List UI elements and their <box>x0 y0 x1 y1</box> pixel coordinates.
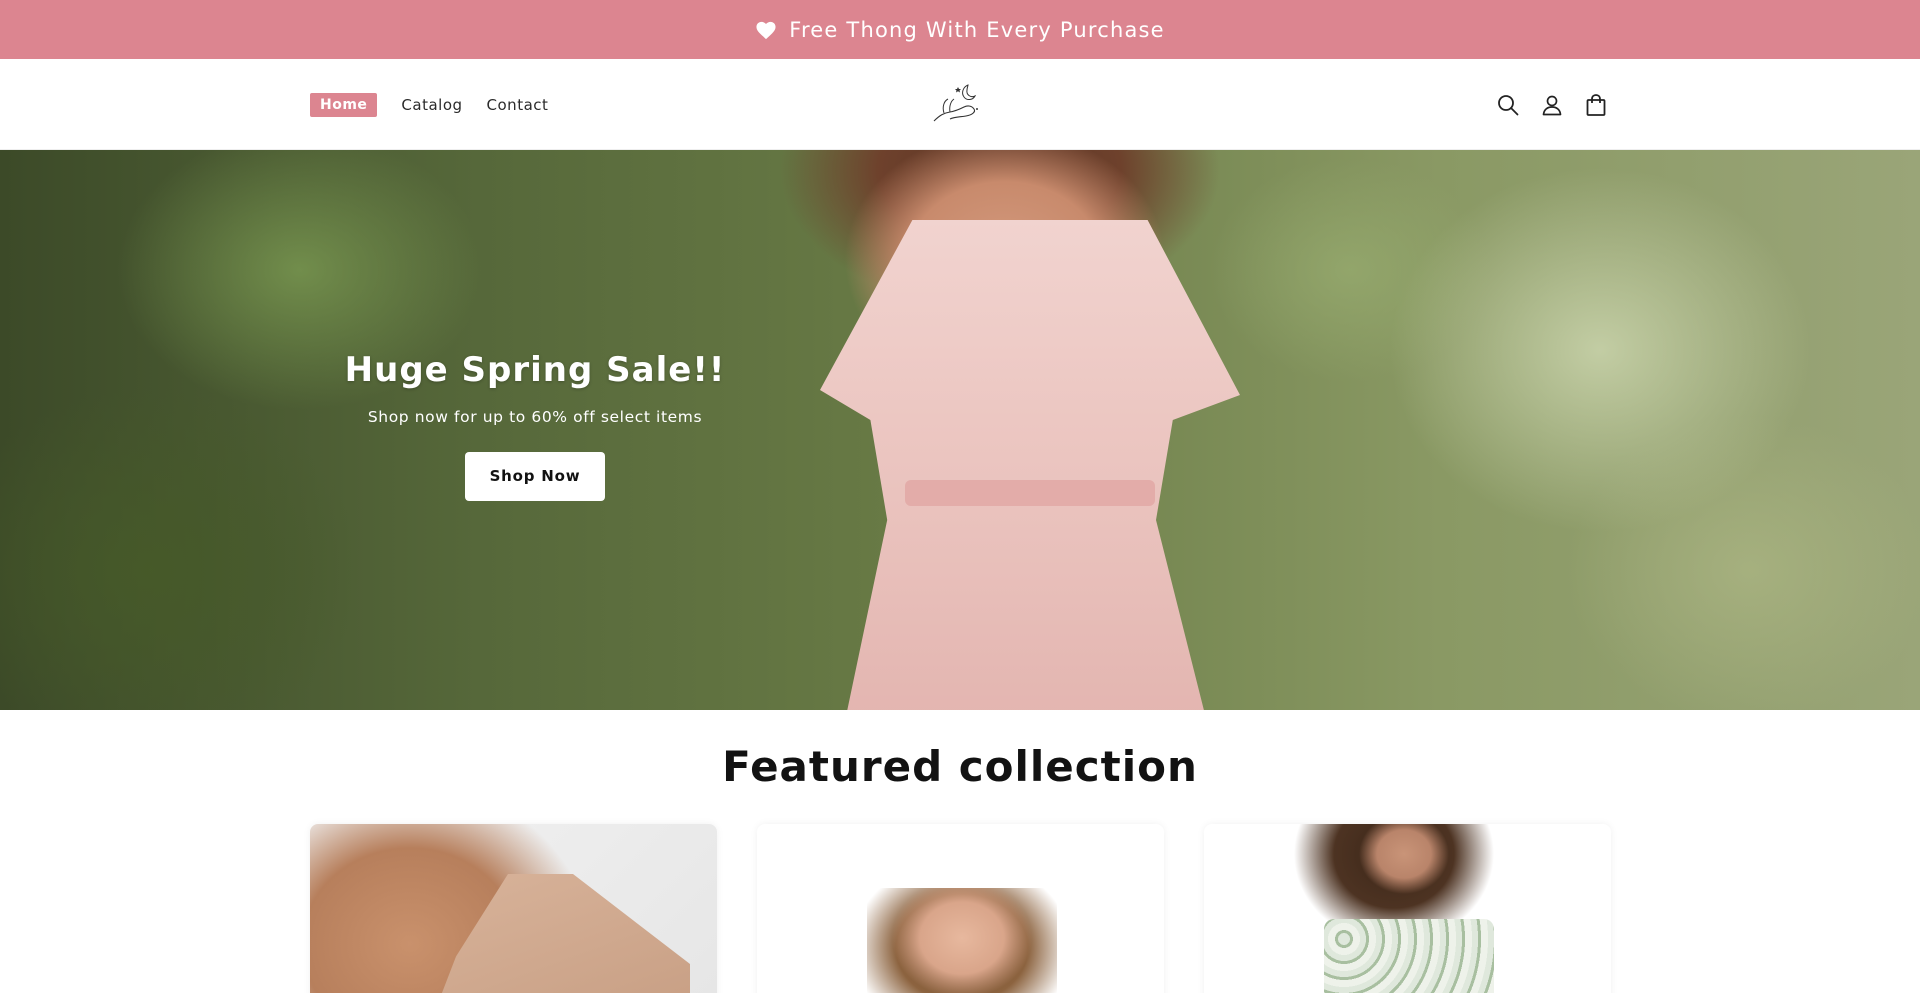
announcement-bar: Free Thong With Every Purchase <box>0 0 1920 59</box>
store-logo-icon[interactable] <box>930 79 984 127</box>
product-card[interactable] <box>757 824 1164 993</box>
header-actions <box>1496 59 1608 150</box>
product-image-face <box>1354 824 1454 914</box>
featured-collection-title: Featured collection <box>722 742 1198 791</box>
site-header: Home Catalog Contact <box>0 59 1920 150</box>
heart-icon <box>756 21 776 39</box>
hero-title: Huge Spring Sale!! <box>344 350 726 390</box>
product-card[interactable] <box>310 824 717 993</box>
hero-image-dress <box>820 220 1240 710</box>
hero-content: Huge Spring Sale!! Shop now for up to 60… <box>340 350 730 501</box>
hero-subtitle: Shop now for up to 60% off select items <box>367 408 703 426</box>
product-card[interactable] <box>1204 824 1611 993</box>
nav-contact-link[interactable]: Contact <box>487 96 549 114</box>
shop-now-button[interactable]: Shop Now <box>465 452 605 501</box>
hero-image-belt <box>905 480 1155 506</box>
main-nav: Home Catalog Contact <box>310 59 548 150</box>
search-icon[interactable] <box>1496 93 1520 117</box>
product-image-model-smiling <box>867 888 1057 993</box>
account-icon[interactable] <box>1540 93 1564 117</box>
announcement-text: Free Thong With Every Purchase <box>789 17 1165 42</box>
cart-icon[interactable] <box>1584 93 1608 117</box>
hero-banner: Huge Spring Sale!! Shop now for up to 60… <box>0 150 1920 710</box>
nav-home-link[interactable]: Home <box>310 92 378 117</box>
product-grid <box>310 824 1611 993</box>
product-image-floral-dress <box>1324 919 1494 993</box>
nav-catalog-link[interactable]: Catalog <box>401 96 462 114</box>
